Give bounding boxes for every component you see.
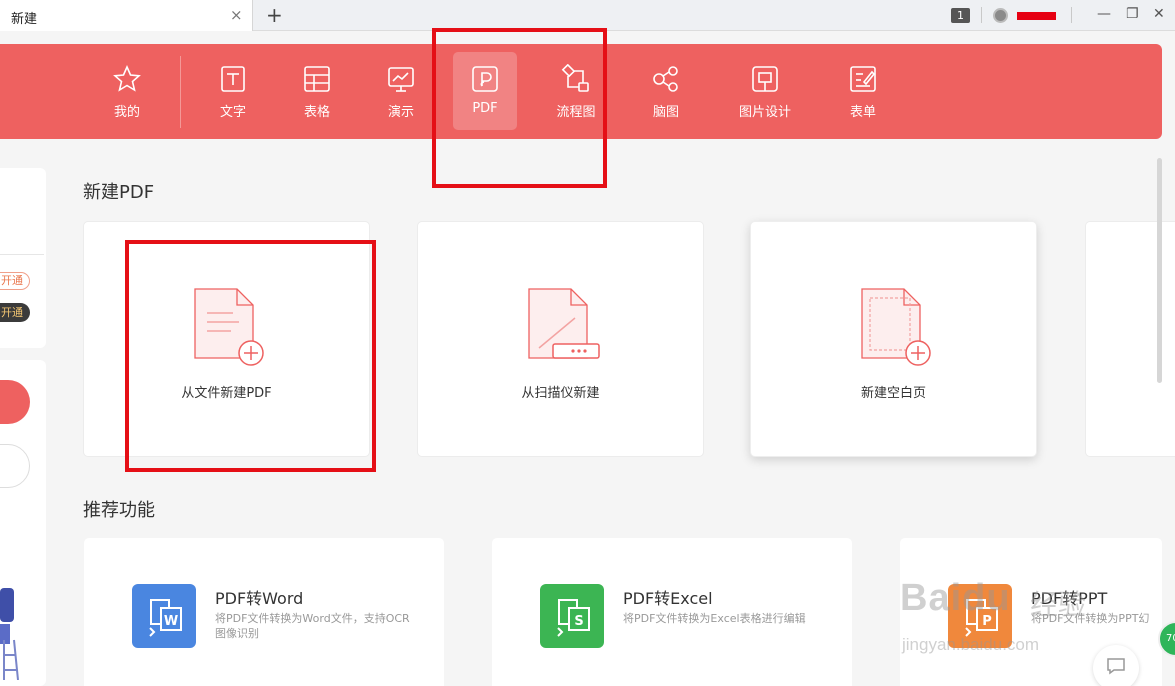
feature-desc: 将PDF文件转换为PPT幻	[1031, 612, 1150, 625]
app-item-label: 流程图	[556, 105, 596, 120]
app-item-image-design[interactable]: 图片设计	[730, 52, 800, 130]
new-tab-icon[interactable]: +	[266, 4, 283, 26]
pdf-icon	[472, 66, 498, 92]
tab-label: 新建	[11, 12, 38, 27]
left-divider	[0, 254, 44, 255]
app-item-flowchart[interactable]: 流程图	[545, 52, 607, 130]
card-label: 从扫描仪新建	[521, 386, 600, 401]
file-add-icon	[193, 288, 264, 366]
card-label: 从文件新建PDF	[181, 386, 272, 401]
titlebar-divider	[981, 7, 982, 23]
spreadsheet-icon	[304, 66, 330, 92]
mindmap-icon	[653, 66, 678, 92]
feature-desc: 将PDF文件转换为Excel表格进行编辑	[623, 612, 806, 625]
feature-desc: 将PDF文件转换为Word文件，支持OCR图像识别	[215, 612, 410, 640]
feedback-button[interactable]	[1093, 645, 1139, 686]
titlebar-divider	[1071, 7, 1072, 23]
ppt-convert-icon: P	[948, 584, 1012, 648]
app-item-writer[interactable]: 文字	[202, 52, 264, 130]
app-item-presentation[interactable]: 演示	[370, 52, 432, 130]
blank-page-add-icon	[860, 288, 931, 366]
activate-vip-button[interactable]: 开通	[0, 303, 30, 322]
new-from-file-card[interactable]: 从文件新建PDF	[83, 221, 370, 457]
form-icon	[850, 66, 876, 92]
star-icon	[113, 65, 141, 92]
app-item-mine[interactable]: 我的	[96, 52, 158, 130]
feature-title: PDF转Word	[215, 589, 304, 608]
illustration-figure	[0, 588, 19, 680]
username-redacted[interactable]	[1017, 12, 1056, 20]
app-item-form[interactable]: 表单	[832, 52, 894, 130]
app-item-label: 图片设计	[738, 105, 791, 120]
title-bar: 新建 × + 1 — ❐ ✕	[0, 0, 1175, 31]
minimize-icon[interactable]: —	[1097, 5, 1111, 23]
app-item-label: 表格	[303, 105, 330, 120]
pdf-to-excel-card[interactable]: S PDF转Excel 将PDF文件转换为Excel表格进行编辑	[492, 538, 852, 686]
app-item-spreadsheet[interactable]: 表格	[286, 52, 348, 130]
word-convert-icon: W	[132, 584, 196, 648]
vertical-scrollbar[interactable]	[1157, 158, 1162, 383]
chat-icon	[1107, 658, 1125, 675]
recommended-title: 推荐功能	[83, 500, 155, 521]
tab-close-icon[interactable]: ×	[230, 7, 243, 23]
app-item-label: 我的	[113, 105, 140, 120]
presentation-icon	[388, 67, 414, 92]
app-switcher-bar: 我的 文字 表格 演示 PDF 流程图 脑图 图片设计 表单	[0, 44, 1162, 139]
app-item-label: 演示	[387, 105, 414, 120]
window-count-badge[interactable]: 1	[951, 8, 970, 23]
app-item-label: 脑图	[652, 105, 679, 120]
new-blank-page-card[interactable]: 新建空白页	[750, 221, 1037, 457]
activate-button[interactable]: 开通	[0, 272, 30, 290]
new-pdf-title: 新建PDF	[83, 182, 155, 203]
pdf-to-word-card[interactable]: W PDF转Word 将PDF文件转换为Word文件，支持OCR图像识别	[84, 538, 444, 686]
app-item-pdf[interactable]: PDF	[453, 52, 517, 130]
tab-new[interactable]: 新建 ×	[0, 0, 253, 31]
card-label: 新建空白页	[860, 386, 926, 401]
app-item-label: 表单	[849, 105, 876, 120]
feature-title: PDF转PPT	[1031, 589, 1108, 608]
excel-convert-icon: S	[540, 584, 604, 648]
avatar[interactable]	[993, 8, 1008, 23]
feature-title: PDF转Excel	[623, 589, 713, 608]
icon-letter: S	[574, 614, 583, 629]
flowchart-icon	[561, 64, 589, 92]
icon-letter: P	[982, 614, 992, 629]
app-item-label: PDF	[472, 101, 498, 116]
new-from-scanner-card[interactable]: 从扫描仪新建	[417, 221, 704, 457]
restore-icon[interactable]: ❐	[1126, 5, 1139, 23]
appbar-divider	[180, 56, 181, 128]
scanner-icon	[527, 288, 600, 359]
icon-letter: W	[164, 614, 178, 629]
doc-text-icon	[221, 66, 245, 92]
app-item-label: 文字	[219, 105, 246, 120]
close-window-icon[interactable]: ✕	[1153, 5, 1165, 23]
app-item-mindmap[interactable]: 脑图	[635, 52, 697, 130]
image-design-icon	[752, 66, 778, 92]
